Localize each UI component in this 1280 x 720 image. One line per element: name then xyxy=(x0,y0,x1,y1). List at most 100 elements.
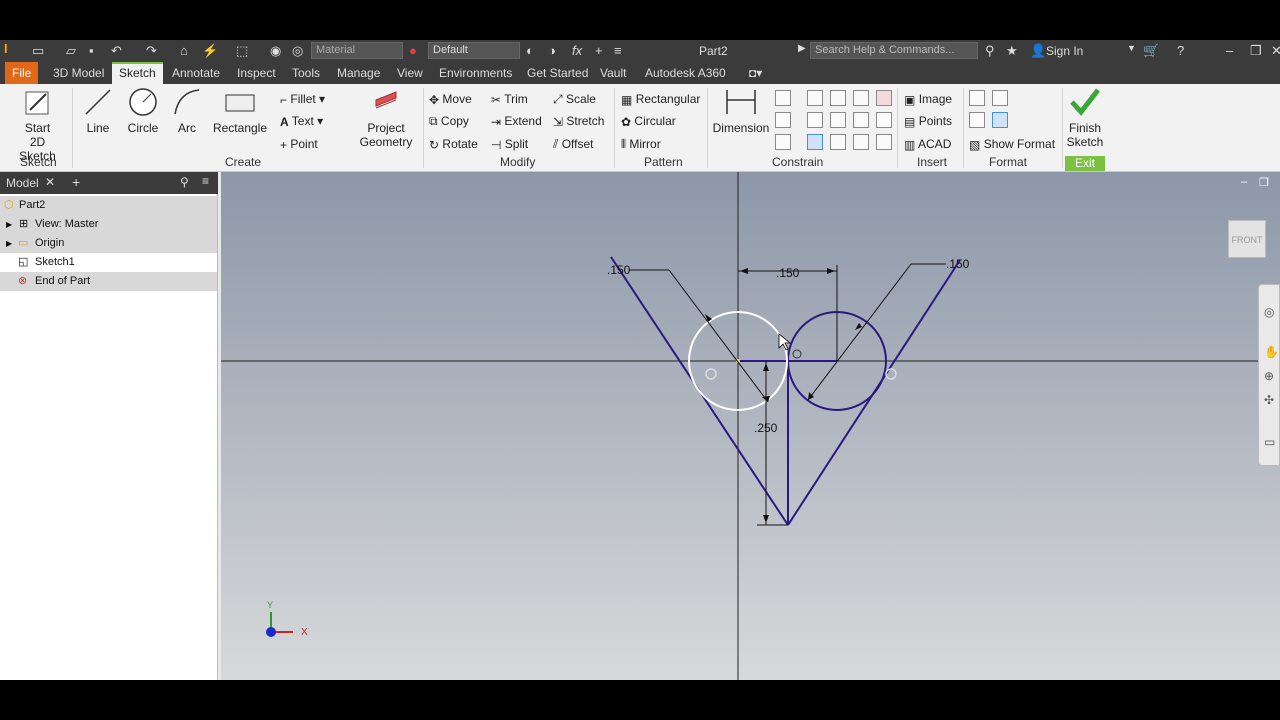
close-icon[interactable]: ✕ xyxy=(1271,43,1280,59)
home-icon[interactable]: ⌂ xyxy=(180,43,188,58)
expand-icon[interactable]: ▶ xyxy=(6,215,12,234)
look-at-icon[interactable]: ▭ xyxy=(1264,435,1275,449)
text-button[interactable]: A Text ▾ xyxy=(280,114,323,129)
user-icon[interactable]: 👤 xyxy=(1030,43,1046,59)
circular-pattern-button[interactable]: ✿ Circular xyxy=(621,114,676,129)
expand-icon[interactable]: ▶ xyxy=(6,234,12,253)
split-button[interactable]: ⊣ Split xyxy=(491,137,528,152)
equal-icon[interactable] xyxy=(876,134,892,150)
steering-wheel-icon[interactable]: ◎ xyxy=(1264,305,1274,319)
fillet-button[interactable]: ⌐ Fillet ▾ xyxy=(280,92,325,107)
panel-label-create[interactable]: Create xyxy=(225,155,261,169)
tab-annotate[interactable]: Annotate xyxy=(165,62,227,84)
zoom-icon[interactable]: ⊕ xyxy=(1264,369,1274,383)
save-icon[interactable]: ▪ xyxy=(89,43,94,58)
tab-view[interactable]: View xyxy=(390,62,430,84)
tree-item-origin[interactable]: ▶ ▭ Origin xyxy=(0,234,217,253)
fix-icon[interactable] xyxy=(876,90,892,106)
rotate-button[interactable]: ↻ Rotate xyxy=(429,137,478,152)
orbit-icon[interactable]: ✣ xyxy=(1264,393,1274,407)
add-tab-icon[interactable]: + xyxy=(72,174,80,190)
tab-sketch[interactable]: Sketch xyxy=(112,62,163,84)
viewport-minimize-icon[interactable]: – xyxy=(1241,176,1247,188)
mirror-button[interactable]: ⫴ Mirror xyxy=(621,137,661,152)
copy-button[interactable]: ⧉ Copy xyxy=(429,114,469,129)
center-point-icon[interactable] xyxy=(969,112,985,128)
navigation-bar[interactable]: ◎ ✋ ⊕ ✣ ▭ xyxy=(1258,284,1280,466)
search-icon[interactable]: ⚲ xyxy=(180,175,189,189)
coincident-icon[interactable] xyxy=(807,90,823,106)
material-select[interactable]: Material xyxy=(311,42,403,59)
close-icon[interactable]: ✕ xyxy=(45,175,55,189)
star-icon[interactable]: ★ xyxy=(1006,43,1018,59)
collinear-icon[interactable] xyxy=(830,90,846,106)
dimension-value[interactable]: .150 xyxy=(607,263,631,277)
perpendicular-icon[interactable] xyxy=(830,112,846,128)
tangent-icon[interactable] xyxy=(807,134,823,150)
sign-in-link[interactable]: Sign In xyxy=(1046,44,1083,58)
symmetric-icon[interactable] xyxy=(853,134,869,150)
tree-item-sketch[interactable]: ◱ Sketch1 xyxy=(0,253,217,272)
sketch-canvas[interactable]: .150 .150 .150 .250 Y X xyxy=(221,172,1280,680)
tab-tools[interactable]: Tools xyxy=(285,62,327,84)
tree-item-part[interactable]: ⬡ Part2 xyxy=(0,196,217,215)
help-icon[interactable]: ? xyxy=(1177,43,1184,58)
restore-icon[interactable]: ❐ xyxy=(1250,43,1262,59)
tab-get-started[interactable]: Get Started xyxy=(520,62,595,84)
parallel-icon[interactable] xyxy=(807,112,823,128)
image-button[interactable]: ▣ Image xyxy=(904,92,952,107)
rectangular-pattern-button[interactable]: ▦ Rectangular xyxy=(621,92,700,107)
rectangle-button[interactable]: Rectangle xyxy=(212,86,268,135)
update-icon[interactable]: ⚡ xyxy=(202,43,218,59)
tab-3d-model[interactable]: 3D Model xyxy=(46,62,111,84)
tab-inspect[interactable]: Inspect xyxy=(230,62,283,84)
tree-item-view[interactable]: ▶ ⊞ View: Master xyxy=(0,215,217,234)
binoculars-icon[interactable]: ⚲ xyxy=(985,43,995,59)
viewport-restore-icon[interactable]: ❐ xyxy=(1259,176,1269,189)
show-format-button[interactable]: ▧ Show Format xyxy=(969,137,1055,152)
redo-icon[interactable]: ↷ xyxy=(146,43,157,59)
start-2d-sketch-button[interactable]: Start 2D Sketch xyxy=(10,86,65,163)
dimension-value[interactable]: .150 xyxy=(776,266,800,280)
project-geometry-button[interactable]: Project Geometry xyxy=(356,86,416,149)
centerline-icon[interactable] xyxy=(992,90,1008,106)
search-input[interactable]: Search Help & Commands... xyxy=(810,42,978,59)
open-icon[interactable]: ▱ xyxy=(66,43,76,59)
auto-dimension-icon[interactable] xyxy=(775,90,791,106)
finish-sketch-button[interactable]: Finish Sketch xyxy=(1063,86,1107,149)
tangent-constraint-icon[interactable] xyxy=(885,368,897,380)
dimension-value[interactable]: .250 xyxy=(754,421,778,435)
vertical-icon[interactable] xyxy=(876,112,892,128)
horizontal-icon[interactable] xyxy=(853,112,869,128)
tab-environments[interactable]: Environments xyxy=(432,62,519,84)
panel-label-format[interactable]: Format xyxy=(989,155,1027,169)
customize-icon[interactable]: ≡ xyxy=(614,43,622,58)
plus-icon[interactable]: + xyxy=(595,43,603,58)
menu-icon[interactable]: ≡ xyxy=(202,174,209,188)
clear-icon[interactable]: ◑ xyxy=(548,43,556,58)
trim-button[interactable]: ✂ Trim xyxy=(491,92,528,107)
tab-manage[interactable]: Manage xyxy=(330,62,387,84)
tree-item-end-of-part[interactable]: ⊗ End of Part xyxy=(0,272,217,291)
tab-autodesk-a360[interactable]: Autodesk A360 xyxy=(638,62,733,84)
concentric-icon[interactable] xyxy=(853,90,869,106)
appearance-select[interactable]: Default xyxy=(428,42,520,59)
stretch-button[interactable]: ⇲ Stretch xyxy=(553,114,604,129)
globe-icon[interactable]: ◎ xyxy=(292,43,303,59)
new-icon[interactable]: ▭ xyxy=(32,43,44,59)
dimension-button[interactable]: Dimension xyxy=(711,86,771,135)
color-icon[interactable]: ◉ xyxy=(270,43,281,59)
line-button[interactable]: Line xyxy=(80,86,116,135)
acad-button[interactable]: ▥ ACAD xyxy=(904,137,951,152)
viewcube[interactable]: FRONT xyxy=(1228,220,1266,258)
cart-icon[interactable]: 🛒 xyxy=(1143,43,1159,59)
scale-button[interactable]: ⤢ Scale xyxy=(553,92,596,107)
graphics-window[interactable]: .150 .150 .150 .250 Y X – ❐ FRONT ◎ ✋ ⊕ … xyxy=(221,172,1280,680)
smooth-icon[interactable] xyxy=(830,134,846,150)
offset-button[interactable]: ⫽ Offset xyxy=(553,137,594,152)
undo-icon[interactable]: ↶ xyxy=(111,43,122,59)
pan-icon[interactable]: ✋ xyxy=(1264,345,1279,359)
tab-vault[interactable]: Vault xyxy=(593,62,633,84)
show-constraints-icon[interactable] xyxy=(775,112,791,128)
dimension-value[interactable]: .150 xyxy=(946,257,970,271)
